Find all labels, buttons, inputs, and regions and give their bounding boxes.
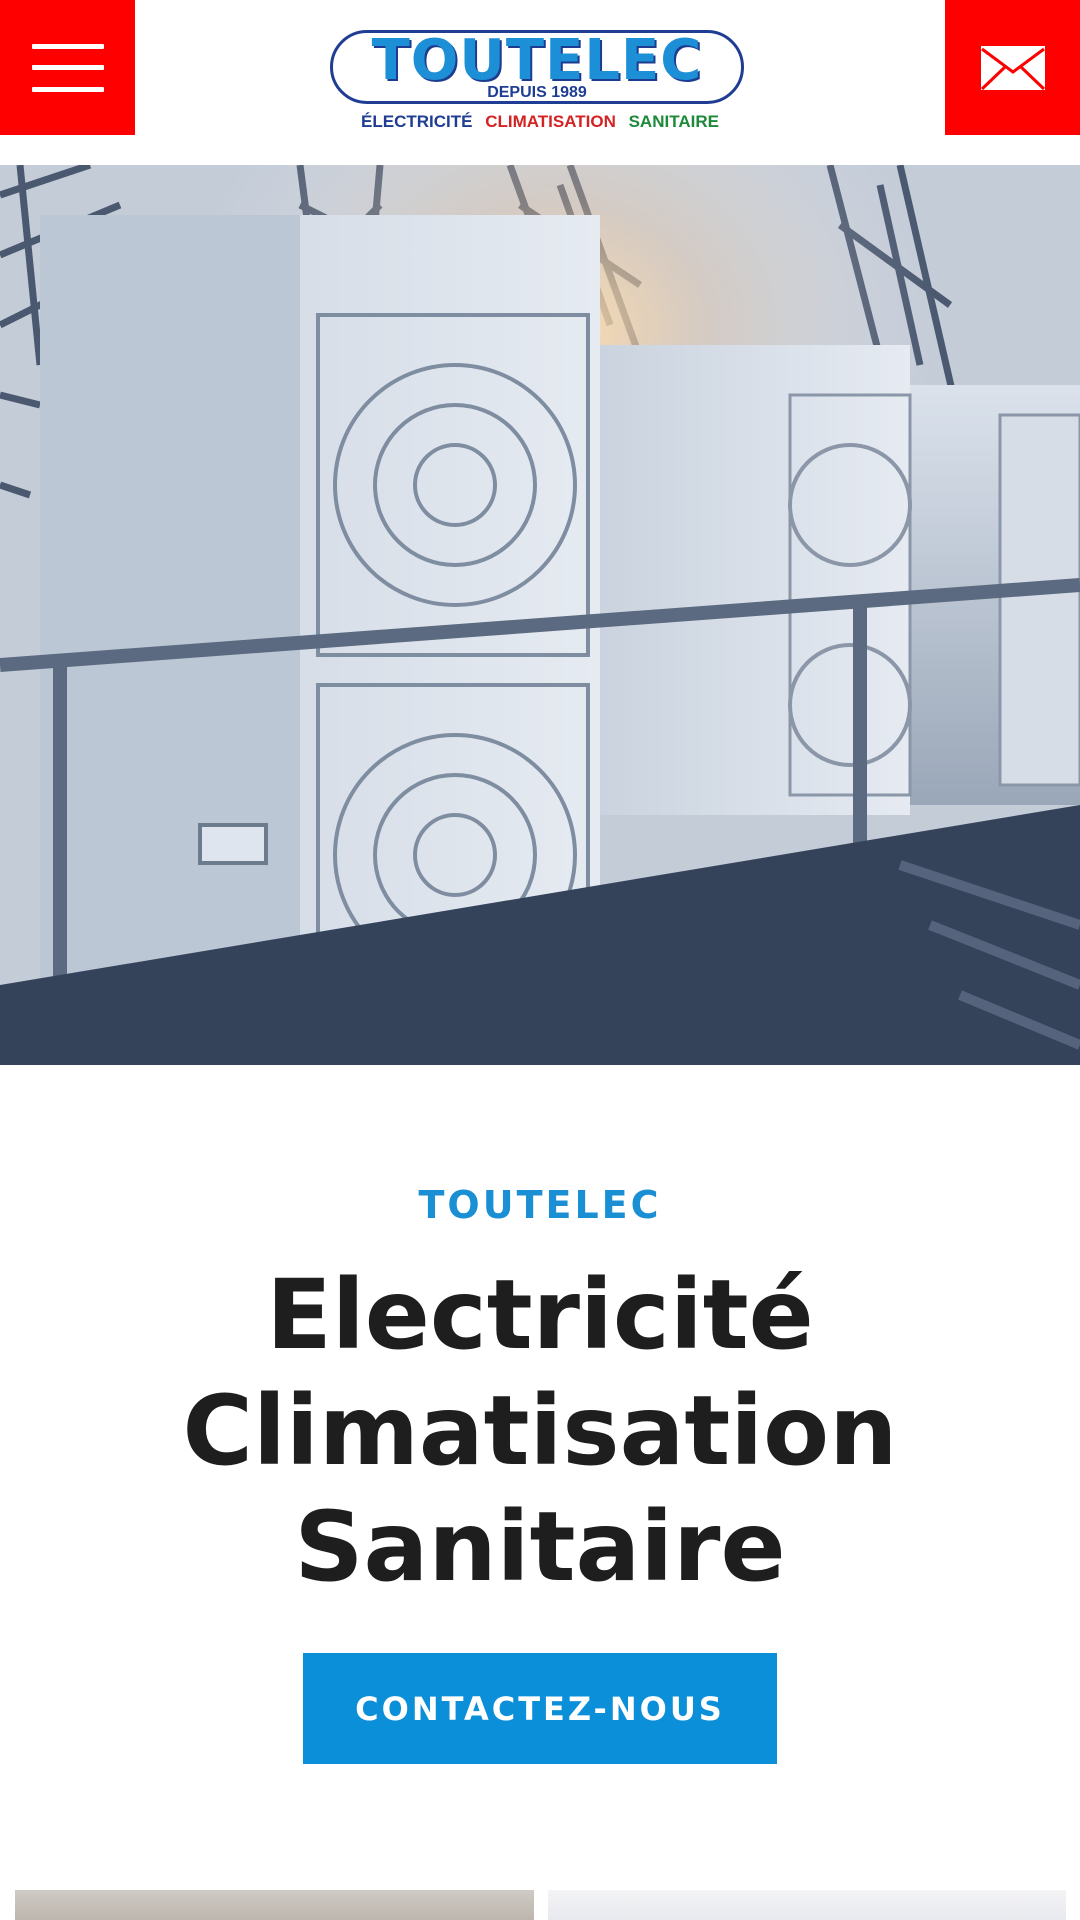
logo-tag-climatisation: CLIMATISATION xyxy=(485,112,616,131)
site-header: TOUTELEC DEPUIS 1989 ÉLECTRICITÉ CLIMATI… xyxy=(0,0,1080,165)
intro-section: TOUTELEC Electricité Climatisation Sanit… xyxy=(0,1165,1080,1605)
logo-since: DEPUIS 1989 xyxy=(487,84,587,101)
menu-button[interactable] xyxy=(0,0,135,135)
toutelec-logo[interactable]: TOUTELEC DEPUIS 1989 ÉLECTRICITÉ CLIMATI… xyxy=(325,28,755,138)
section-kicker: TOUTELEC xyxy=(418,1183,662,1227)
contact-us-button[interactable]: CONTACTEZ-NOUS xyxy=(303,1653,777,1764)
envelope-icon xyxy=(980,45,1045,90)
headline-line-climatisation: Climatisation xyxy=(182,1375,898,1487)
hero-image xyxy=(0,165,1080,1065)
contact-mail-button[interactable] xyxy=(945,0,1080,135)
page-headline: Electricité Climatisation Sanitaire xyxy=(0,1257,1080,1605)
service-card-image-right[interactable] xyxy=(548,1890,1066,1920)
logo-tags: ÉLECTRICITÉ CLIMATISATION SANITAIRE xyxy=(325,112,755,132)
service-card-image-left[interactable] xyxy=(15,1890,534,1920)
hamburger-menu-icon xyxy=(31,43,104,92)
logo-tag-sanitaire: SANITAIRE xyxy=(628,112,719,131)
logo-tag-electricite: ÉLECTRICITÉ xyxy=(361,112,473,131)
headline-line-sanitaire: Sanitaire xyxy=(294,1491,786,1603)
rooftop-ac-units-illustration xyxy=(0,165,1080,1065)
headline-line-electricite: Electricité xyxy=(266,1259,814,1371)
